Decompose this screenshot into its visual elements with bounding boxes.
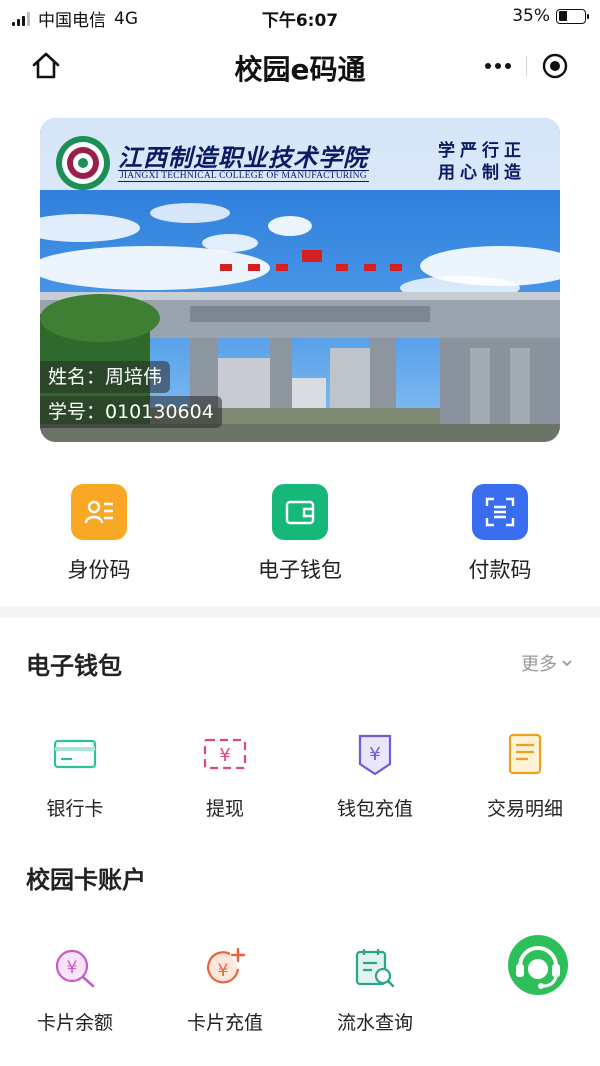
wallet-recharge-button[interactable]: ¥ 钱包充值 [300, 726, 450, 821]
scan-icon [472, 484, 528, 540]
payment-code-button[interactable]: 付款码 [430, 484, 570, 584]
transaction-detail-label: 交易明细 [486, 798, 563, 820]
nav-bar: 校园e码通 [0, 34, 600, 98]
student-name: 姓名：周培伟 [40, 361, 171, 393]
campus-card[interactable]: 江西制造职业技术学院 JIANGXI TECHNICAL COLLEGE OF … [40, 118, 560, 442]
battery-icon [556, 8, 589, 24]
student-id: 学号：010130604 [40, 396, 222, 428]
customer-service-button[interactable] [478, 932, 598, 998]
customer-service-icon [505, 932, 571, 998]
withdraw-button[interactable]: ¥ 提现 [150, 726, 300, 821]
withdraw-icon: ¥ [197, 726, 253, 782]
svg-text:¥: ¥ [369, 744, 380, 765]
e-wallet-button[interactable]: 电子钱包 [230, 484, 370, 584]
clock: 下午6:07 [261, 11, 339, 31]
card-balance-button[interactable]: ¥ 卡片余额 [0, 940, 150, 1035]
more-link[interactable]: 更多 [521, 650, 574, 676]
campus-account-section-title: 校园卡账户 [26, 866, 146, 894]
quick-actions: 身份码 电子钱包 付款码 [0, 484, 600, 594]
id-code-button[interactable]: 身份码 [29, 484, 169, 584]
records-search-button[interactable]: 流水查询 [300, 940, 450, 1035]
mini-program-capsule [470, 46, 582, 86]
payment-code-label: 付款码 [468, 558, 532, 582]
bank-card-icon [47, 726, 103, 782]
status-bar: 中国电信 4G 下午6:07 35% [0, 0, 600, 34]
card-recharge-icon: ¥ [197, 940, 253, 996]
more-label: 更多 [521, 654, 557, 675]
transaction-detail-button[interactable]: 交易明细 [450, 726, 600, 821]
close-button[interactable] [527, 46, 582, 86]
e-wallet-label: 电子钱包 [258, 558, 342, 582]
college-motto: 学严行正用心制造 [438, 141, 526, 183]
college-name-en: JIANGXI TECHNICAL COLLEGE OF MANUFACTURI… [118, 170, 369, 182]
college-name-zh: 江西制造职业技术学院 [118, 143, 368, 172]
records-search-label: 流水查询 [336, 1012, 413, 1034]
battery-percent: 35% [512, 6, 550, 26]
bank-card-button[interactable]: 银行卡 [0, 726, 150, 821]
college-logo-icon [56, 136, 110, 190]
transaction-detail-icon [497, 726, 553, 782]
balance-icon: ¥ [47, 940, 103, 996]
wallet-recharge-label: 钱包充值 [336, 798, 413, 820]
card-balance-label: 卡片余额 [36, 1012, 113, 1034]
id-code-label: 身份码 [67, 558, 131, 582]
card-recharge-label: 卡片充值 [186, 1012, 263, 1034]
records-search-icon [347, 940, 403, 996]
more-options-button[interactable] [470, 46, 526, 86]
wallet-recharge-icon: ¥ [347, 726, 403, 782]
withdraw-label: 提现 [205, 798, 244, 820]
bank-card-label: 银行卡 [46, 798, 104, 820]
wallet-icon [272, 484, 328, 540]
svg-text:¥: ¥ [218, 961, 229, 981]
card-recharge-button[interactable]: ¥ 卡片充值 [150, 940, 300, 1035]
svg-text:¥: ¥ [67, 958, 78, 978]
chevron-down-icon [562, 660, 572, 667]
wallet-section-title: 电子钱包 [26, 652, 122, 680]
id-card-icon [71, 484, 127, 540]
svg-text:¥: ¥ [219, 745, 230, 766]
close-target-icon [542, 53, 567, 79]
section-divider [0, 606, 600, 618]
